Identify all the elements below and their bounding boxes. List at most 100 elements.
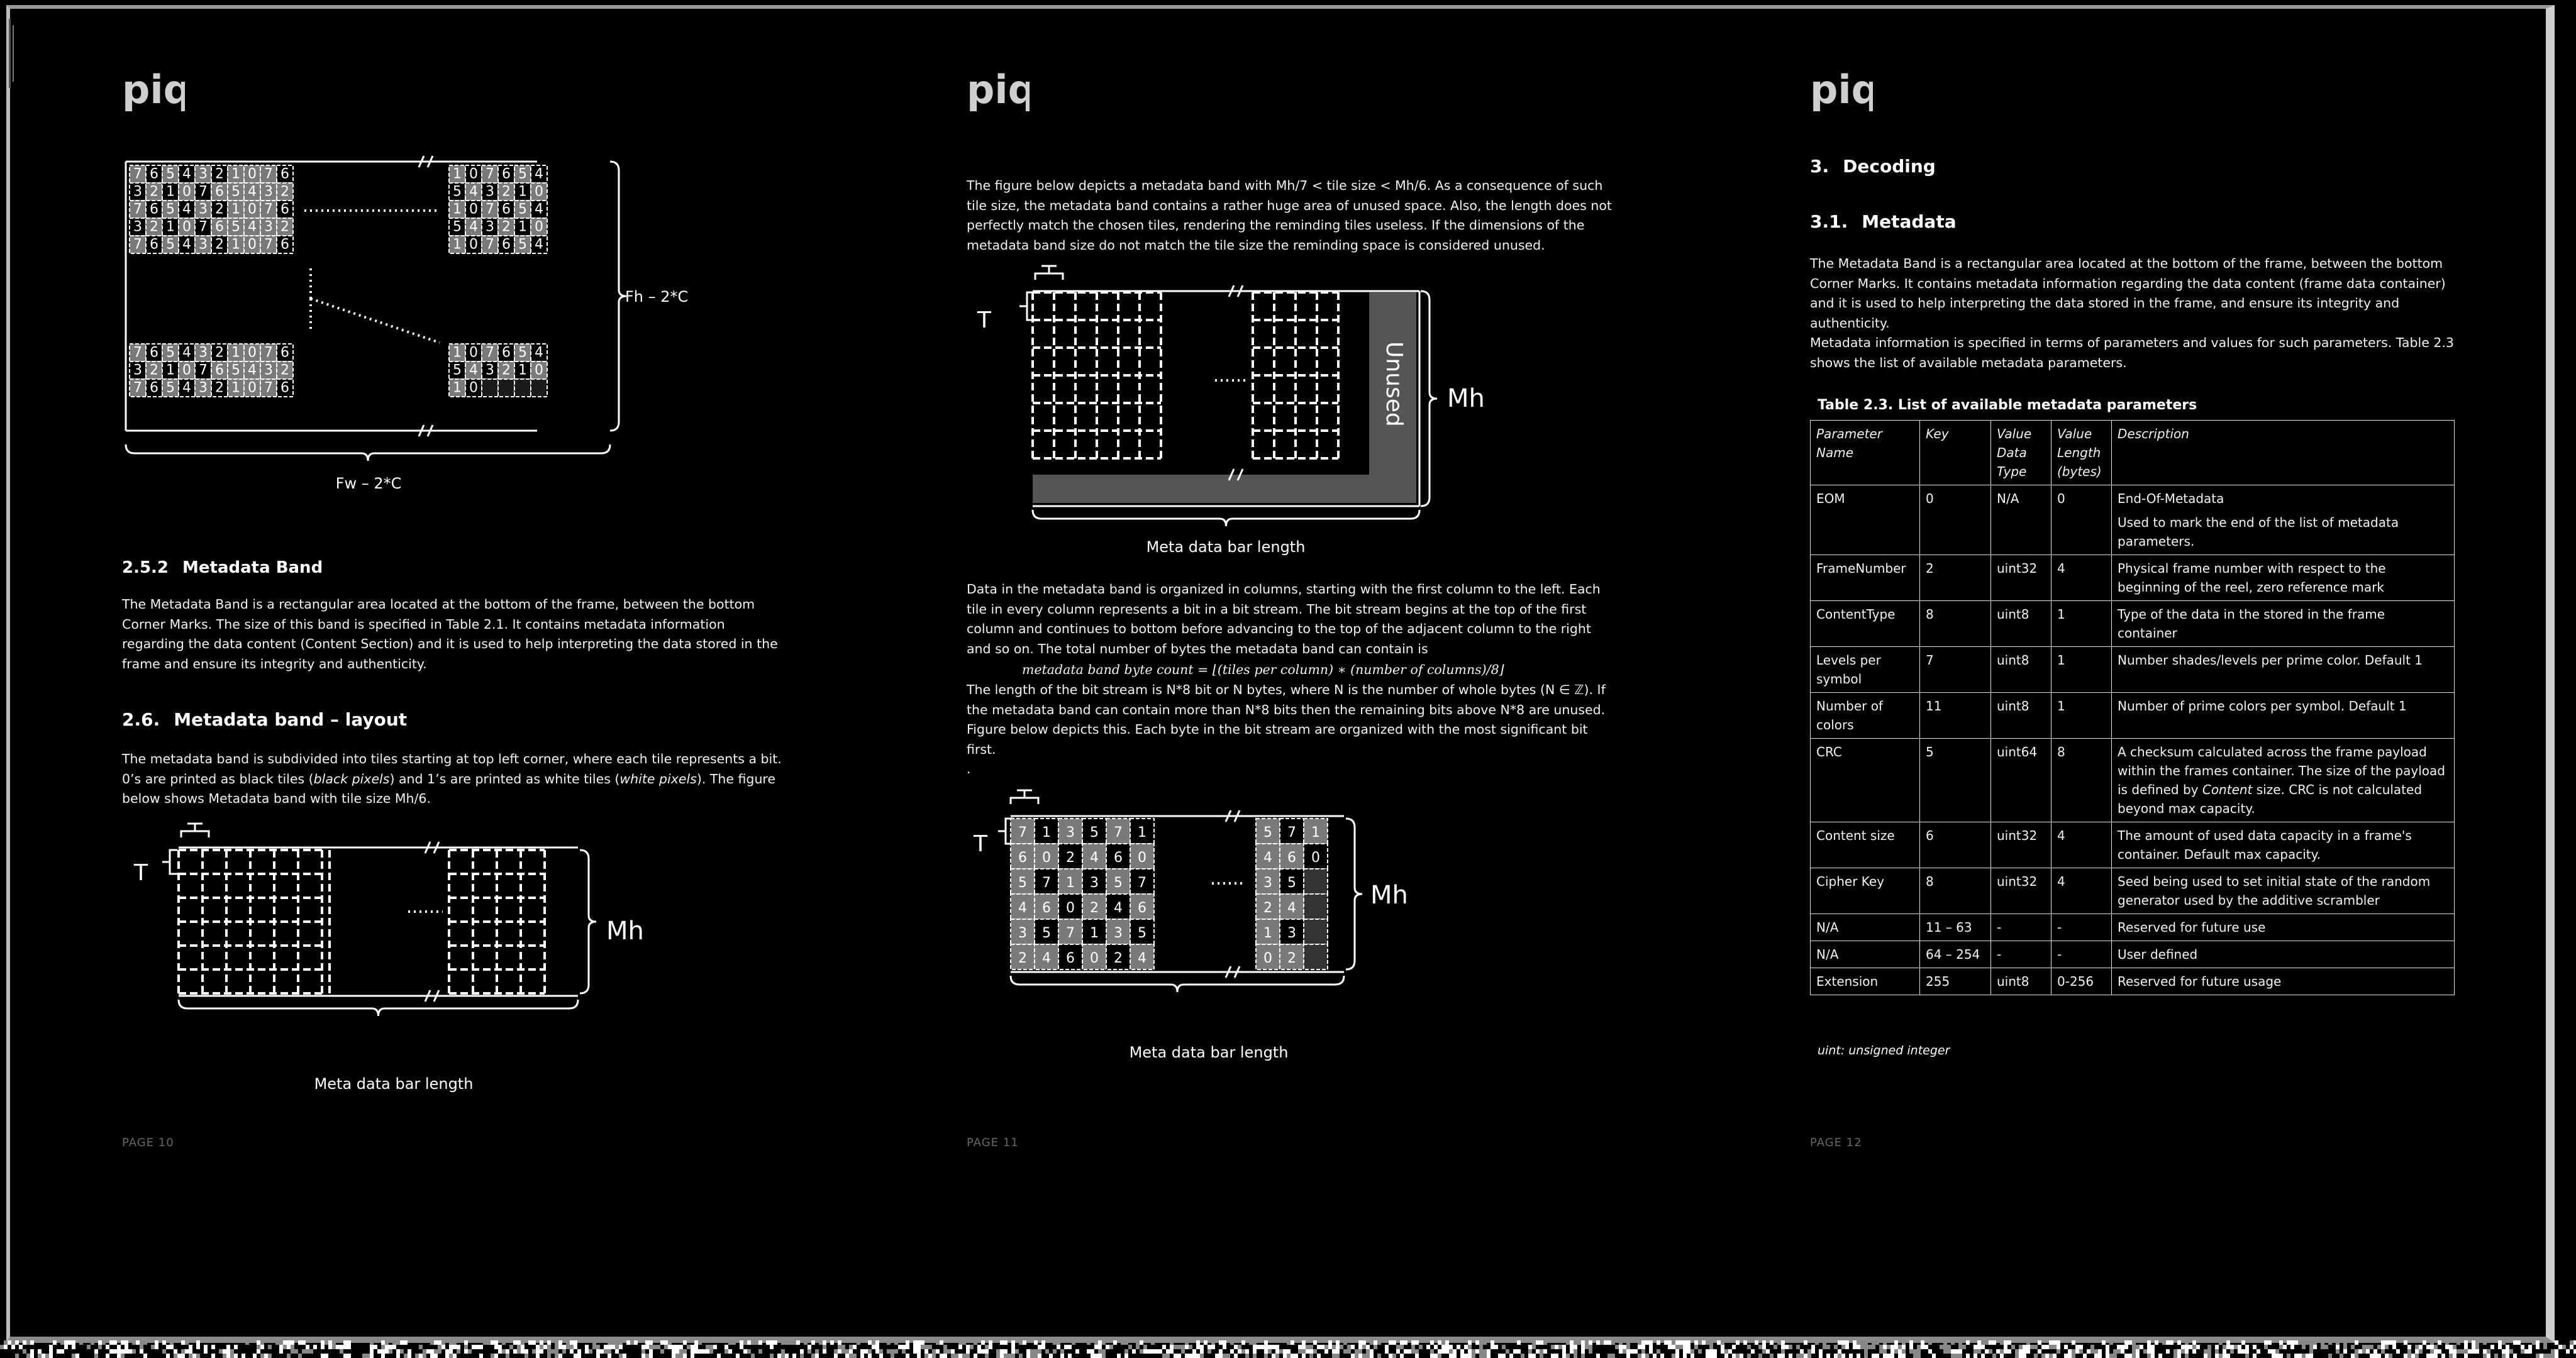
tile-label: 2 <box>150 184 158 200</box>
tile-label: 3 <box>133 219 142 235</box>
data-strip-cell <box>1298 1349 1302 1354</box>
data-strip-cell <box>2075 1345 2079 1349</box>
data-strip-cell <box>1170 1349 1174 1354</box>
data-strip-cell <box>913 1345 917 1349</box>
data-strip-cell <box>962 1340 966 1345</box>
data-strip-cell <box>758 1349 762 1354</box>
data-strip-cell <box>724 1345 728 1349</box>
data-strip-cell <box>1445 1345 1449 1349</box>
data-strip-cell <box>1336 1340 1340 1345</box>
tile-label: 7 <box>486 167 494 182</box>
data-strip-cell <box>1781 1340 1785 1345</box>
data-strip-cell <box>1479 1349 1483 1354</box>
data-strip-cell <box>951 1354 955 1358</box>
data-strip-cell <box>1057 1345 1060 1349</box>
data-strip-cell <box>1804 1354 1807 1358</box>
tile-label: 5 <box>166 237 175 253</box>
tile-label: 7 <box>264 167 273 182</box>
data-strip-cell <box>1415 1349 1419 1354</box>
data-strip-cell <box>1875 1354 1879 1358</box>
bit-tile <box>1303 893 1328 920</box>
data-strip-cell <box>1570 1340 1574 1345</box>
data-strip-cell <box>2373 1354 2377 1358</box>
data-strip-cell <box>1143 1345 1147 1349</box>
data-strip-cell <box>2072 1340 2075 1345</box>
tile-label: 3 <box>1066 825 1075 841</box>
data-strip-cell <box>189 1354 192 1358</box>
data-strip-cell <box>2366 1349 2370 1354</box>
data-strip-cell <box>1989 1340 1992 1345</box>
data-strip-cell <box>2124 1340 2128 1345</box>
data-strip-cell <box>1475 1340 1479 1345</box>
data-strip-cell <box>2079 1349 2083 1354</box>
data-strip-cell <box>1811 1349 1815 1354</box>
tile-label: 5 <box>1042 925 1051 941</box>
data-strip-cell <box>1543 1340 1547 1345</box>
data-strip-cell <box>306 1345 309 1349</box>
data-strip-cell <box>1245 1354 1249 1358</box>
data-strip-cell <box>1291 1354 1294 1358</box>
data-strip-cell <box>1400 1345 1404 1349</box>
data-strip-cell <box>385 1349 389 1354</box>
data-strip-cell <box>1913 1354 1917 1358</box>
data-strip-cell <box>2426 1354 2430 1358</box>
data-strip-cell <box>943 1345 947 1349</box>
data-strip-cell <box>808 1349 811 1354</box>
data-strip-cell <box>42 1354 45 1358</box>
data-strip-cell <box>1268 1349 1272 1354</box>
data-strip-cell <box>536 1354 540 1358</box>
data-strip-cell <box>430 1340 434 1345</box>
data-strip-cell <box>2498 1345 2502 1349</box>
data-strip-cell <box>1177 1354 1181 1358</box>
data-strip-cell <box>2026 1340 2030 1345</box>
tile-label: 0 <box>1066 900 1075 916</box>
data-strip-cell <box>849 1354 853 1358</box>
data-strip-cell <box>2377 1354 2381 1358</box>
data-strip-cell <box>887 1340 891 1345</box>
data-strip-cell <box>838 1345 841 1349</box>
data-strip-cell <box>525 1349 528 1354</box>
data-strip-cell <box>1600 1340 1604 1345</box>
data-strip-cell <box>2192 1340 2196 1345</box>
page-number: PAGE 10 <box>122 1136 174 1149</box>
data-strip-cell <box>1521 1354 1524 1358</box>
data-strip-cell <box>1064 1345 1068 1349</box>
tile-label: 4 <box>535 202 543 218</box>
data-strip-cell <box>2438 1340 2441 1345</box>
data-strip-cell <box>706 1349 709 1354</box>
data-strip-cell <box>2226 1354 2230 1358</box>
data-strip-cell <box>660 1340 664 1345</box>
data-strip-cell <box>1992 1340 1996 1345</box>
data-strip-cell <box>1517 1349 1521 1354</box>
data-strip-cell <box>1426 1345 1430 1349</box>
tile-label: 5 <box>453 219 462 235</box>
data-strip-cell <box>408 1349 411 1354</box>
data-strip-cell <box>1898 1345 1902 1349</box>
data-strip-cell <box>211 1354 215 1358</box>
tile-label: 5 <box>453 184 462 200</box>
data-strip-cell <box>1332 1349 1336 1354</box>
data-strip-cell <box>1509 1354 1513 1358</box>
data-strip-cell <box>1683 1354 1687 1358</box>
tile-label: 7 <box>199 363 208 378</box>
data-strip-cell <box>1577 1340 1581 1345</box>
data-strip-cell <box>785 1354 789 1358</box>
data-strip-cell <box>2030 1345 2034 1349</box>
metadata-parameters-table: Parameter Name Key Value Data Type Value… <box>1810 420 2455 995</box>
data-strip-cell <box>811 1340 815 1345</box>
data-strip-cell <box>906 1354 909 1358</box>
data-strip-cell <box>555 1345 558 1349</box>
data-strip-cell <box>1626 1349 1630 1354</box>
data-strip-cell <box>1109 1345 1113 1349</box>
tile-label: 0 <box>1090 951 1099 966</box>
data-strip-cell <box>1000 1349 1004 1354</box>
tile-label: 2 <box>1090 900 1099 916</box>
tile-label: 6 <box>280 380 289 396</box>
data-strip-cell <box>385 1340 389 1345</box>
data-strip-cell <box>1649 1345 1653 1349</box>
data-strip-cell <box>1208 1349 1211 1354</box>
data-strip-cell <box>536 1345 540 1349</box>
data-strip-cell <box>1192 1354 1196 1358</box>
tile-size-mh6-figure: TMhMeta data bar length <box>133 822 644 1093</box>
data-strip-cell <box>2283 1345 2287 1349</box>
